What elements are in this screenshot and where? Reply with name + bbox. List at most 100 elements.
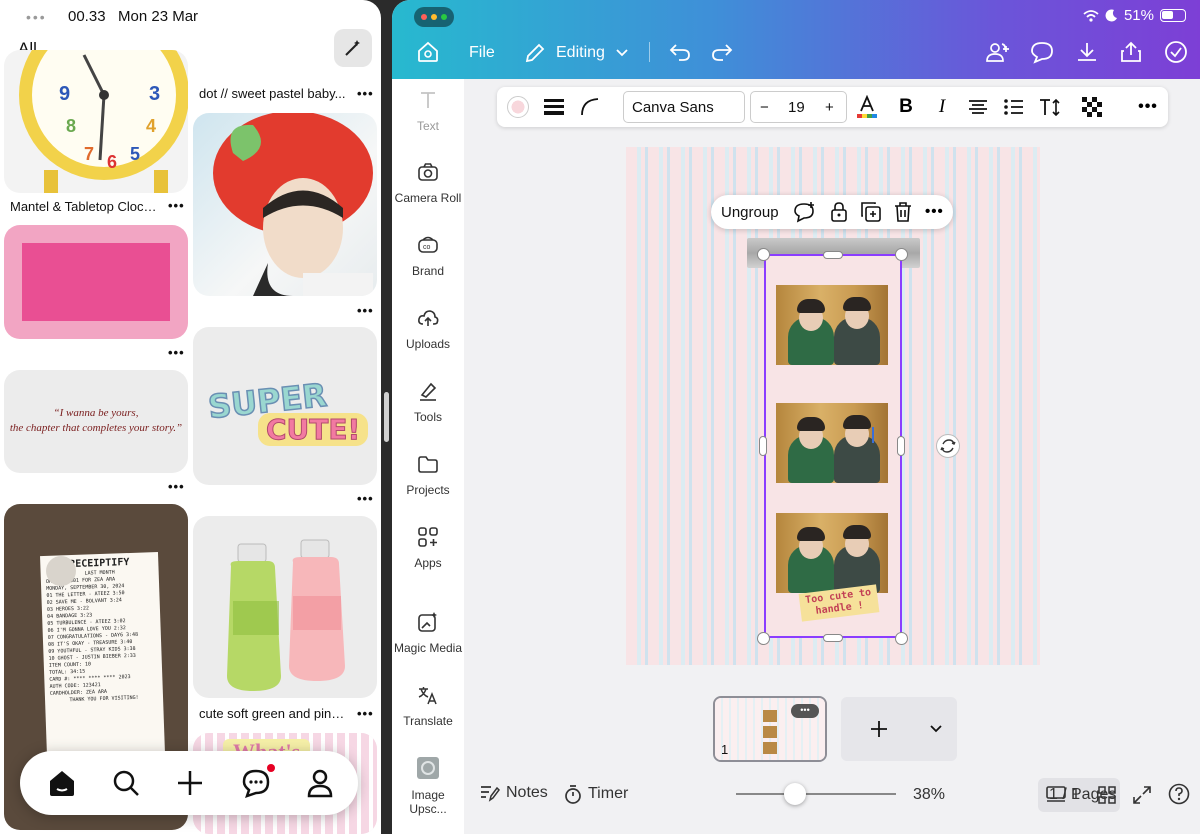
notes-button[interactable]: Notes xyxy=(480,784,548,802)
decrease-size-button[interactable]: − xyxy=(760,99,769,116)
pin-more-button[interactable]: ••• xyxy=(357,303,374,318)
zoom-slider-track[interactable] xyxy=(736,793,896,795)
add-comment-icon[interactable] xyxy=(794,201,816,223)
pin-caption-pastel[interactable]: dot // sweet pastel baby... xyxy=(199,86,347,101)
bold-icon[interactable]: B xyxy=(893,87,919,127)
resize-handle-top[interactable] xyxy=(823,251,843,259)
home-icon[interactable] xyxy=(46,767,78,799)
zoom-slider-knob[interactable] xyxy=(784,783,806,805)
more-icon[interactable]: ••• xyxy=(925,203,944,220)
sidebar-item-projects[interactable]: Projects xyxy=(392,453,464,497)
italic-icon[interactable]: I xyxy=(929,87,955,127)
pin-super-cute-sticker[interactable]: SUPER CUTE! xyxy=(193,327,377,485)
sidebar-item-image-upscale[interactable]: Image Upsc... xyxy=(392,756,464,816)
trash-icon[interactable] xyxy=(892,201,914,223)
chevron-down-icon[interactable] xyxy=(929,724,943,734)
pin-more-button[interactable]: ••• xyxy=(168,479,185,494)
messages-icon[interactable] xyxy=(240,767,272,799)
resize-handle-bottom-left[interactable] xyxy=(757,632,770,645)
resize-handle-left[interactable] xyxy=(759,436,767,456)
pin-more-button[interactable]: ••• xyxy=(168,345,185,360)
border-style-button[interactable] xyxy=(541,87,567,127)
sidebar-label: Projects xyxy=(406,483,450,497)
share-upload-icon[interactable] xyxy=(1119,40,1143,64)
profile-icon[interactable] xyxy=(304,767,336,799)
redo-icon[interactable] xyxy=(710,40,734,64)
home-icon[interactable] xyxy=(416,40,440,64)
transparency-button[interactable] xyxy=(1079,87,1105,127)
undo-icon[interactable] xyxy=(668,40,692,64)
sidebar-item-uploads[interactable]: Uploads xyxy=(392,307,464,351)
duplicate-icon[interactable] xyxy=(860,201,882,223)
add-page-button[interactable] xyxy=(841,697,957,761)
timer-icon xyxy=(565,785,581,804)
download-icon[interactable] xyxy=(1075,40,1099,64)
align-center-button[interactable] xyxy=(965,87,991,127)
thumb-more-button[interactable]: ••• xyxy=(791,704,819,718)
text-spacing-icon xyxy=(1040,98,1060,116)
text-spacing-button[interactable] xyxy=(1037,87,1063,127)
font-size-value[interactable]: 19 xyxy=(788,99,805,116)
sidebar-item-camera-roll[interactable]: Camera Roll xyxy=(392,161,464,205)
resize-handle-bottom-right[interactable] xyxy=(895,632,908,645)
sidebar-item-tools[interactable]: Tools xyxy=(392,380,464,424)
pin-more-button[interactable]: ••• xyxy=(168,198,185,213)
page-thumbnail[interactable]: ••• 1 xyxy=(713,696,827,762)
list-button[interactable] xyxy=(1001,87,1027,127)
pin-apple-hat-photo[interactable] xyxy=(193,113,377,296)
pinterest-pane: ••• 00.33 Mon 23 Mar All 9 3 8 7 6 5 4 M… xyxy=(0,0,381,834)
sidebar-item-apps[interactable]: Apps xyxy=(392,526,464,570)
status-bar: ••• 00.33 Mon 23 Mar xyxy=(0,0,381,32)
svg-text:5: 5 xyxy=(130,144,140,164)
ungroup-button[interactable]: Ungroup xyxy=(721,204,779,221)
sidebar-item-magic-media[interactable]: Magic Media xyxy=(392,611,464,655)
font-family-select[interactable]: Canva Sans xyxy=(623,91,745,123)
pin-quote-card[interactable]: “I wanna be yours, the chapter that comp… xyxy=(4,370,188,473)
corner-rounding-button[interactable] xyxy=(577,87,603,127)
plus-icon[interactable] xyxy=(174,767,206,799)
resize-handle-top-right[interactable] xyxy=(895,248,908,261)
file-menu[interactable]: File xyxy=(469,44,495,62)
comment-icon[interactable] xyxy=(1030,40,1054,64)
multitask-dots[interactable]: ••• xyxy=(26,9,47,25)
text-color-button[interactable] xyxy=(854,87,880,127)
text-color-swatch-button[interactable] xyxy=(505,87,531,127)
pin-pink-rug-image[interactable] xyxy=(4,225,188,339)
pin-caption-clocks[interactable]: Mantel & Tabletop Clocks... xyxy=(10,199,160,214)
editing-mode-dropdown[interactable]: Editing xyxy=(524,40,629,66)
grid-view-icon[interactable] xyxy=(1098,786,1116,804)
pin-more-button[interactable]: ••• xyxy=(357,491,374,506)
pin-clock-image[interactable]: 9 3 8 7 6 5 4 xyxy=(4,50,188,193)
resize-handle-bottom[interactable] xyxy=(823,634,843,642)
resize-handle-top-left[interactable] xyxy=(757,248,770,261)
window-controls[interactable] xyxy=(414,7,454,27)
notes-label: Notes xyxy=(506,784,548,801)
help-icon[interactable] xyxy=(1168,783,1190,805)
pin-caption-bottles[interactable]: cute soft green and pink... xyxy=(199,706,347,721)
pin-more-button[interactable]: ••• xyxy=(357,86,374,101)
check-circle-icon[interactable] xyxy=(1164,40,1188,64)
sidebar-item-text[interactable]: Text xyxy=(392,89,464,133)
pencil-icon xyxy=(525,43,545,63)
magic-wand-button[interactable] xyxy=(334,29,372,67)
split-view-divider[interactable] xyxy=(384,392,389,442)
more-options-icon[interactable]: ••• xyxy=(1133,87,1163,127)
battery-percent: 51% xyxy=(1123,7,1154,24)
zoom-level[interactable]: 38% xyxy=(913,786,945,804)
lock-icon[interactable] xyxy=(828,201,850,223)
resize-handle-right[interactable] xyxy=(897,436,905,456)
canva-topbar: 51% File Editing xyxy=(392,0,1200,79)
search-icon[interactable] xyxy=(110,767,142,799)
sidebar-item-brand[interactable]: co Brand xyxy=(392,234,464,278)
rotate-handle[interactable] xyxy=(936,434,960,458)
pin-more-button[interactable]: ••• xyxy=(357,706,374,721)
fullscreen-icon[interactable] xyxy=(1132,785,1152,805)
magic-wand-icon xyxy=(345,40,360,56)
sidebar-item-translate[interactable]: Translate xyxy=(392,684,464,728)
uploads-icon xyxy=(418,310,439,326)
share-people-icon[interactable] xyxy=(985,40,1011,64)
increase-size-button[interactable]: + xyxy=(825,99,834,116)
pin-bottles-photo[interactable] xyxy=(193,516,377,698)
timer-button[interactable]: Timer xyxy=(564,784,628,804)
font-size-stepper[interactable]: − 19 + xyxy=(750,91,847,123)
